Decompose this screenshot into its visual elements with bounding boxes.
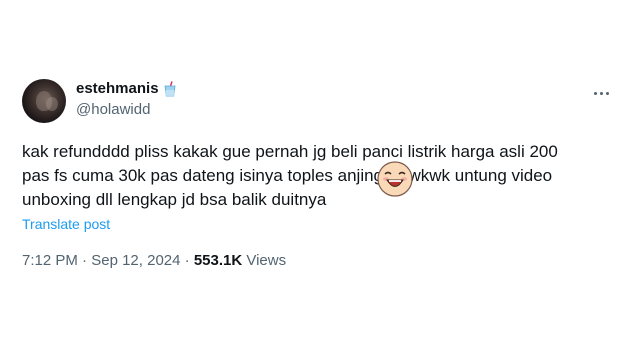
tweet-text-line-3: unboxing dll lengkap jd bsa balik duitny… [22, 190, 327, 209]
meta-separator: · [82, 252, 88, 269]
author-handle[interactable]: @holawidd [76, 101, 150, 118]
meta-separator: · [184, 252, 190, 269]
cup-with-straw-icon [164, 80, 175, 96]
tweet-meta: 7:12 PM · Sep 12, 2024 · 553.1K Views [22, 252, 286, 269]
tweet-text: kak refundddd pliss kakak gue pernah jg … [22, 140, 622, 212]
translate-post-link[interactable]: Translate post [22, 216, 110, 232]
views-label: Views [246, 252, 287, 269]
tweet-text-line-1: kak refundddd pliss kakak gue pernah jg … [22, 142, 558, 161]
tweet-text-line-2: pas fs cuma 30k pas dateng isinya toples… [22, 166, 553, 185]
tweet-card: estehmanis @holawidd kak refundddd pliss… [0, 0, 640, 360]
tweet-date[interactable]: Sep 12, 2024 [91, 252, 180, 269]
avatar-highlight [46, 97, 58, 111]
avatar[interactable] [22, 79, 66, 123]
author-name-row: estehmanis [76, 80, 177, 97]
author-display-name[interactable]: estehmanis [76, 80, 159, 97]
tweet-time[interactable]: 7:12 PM [22, 252, 78, 269]
views-count[interactable]: 553.1K [194, 252, 242, 269]
more-options-icon[interactable] [594, 82, 614, 95]
laughing-face-emoji-icon [377, 161, 413, 197]
